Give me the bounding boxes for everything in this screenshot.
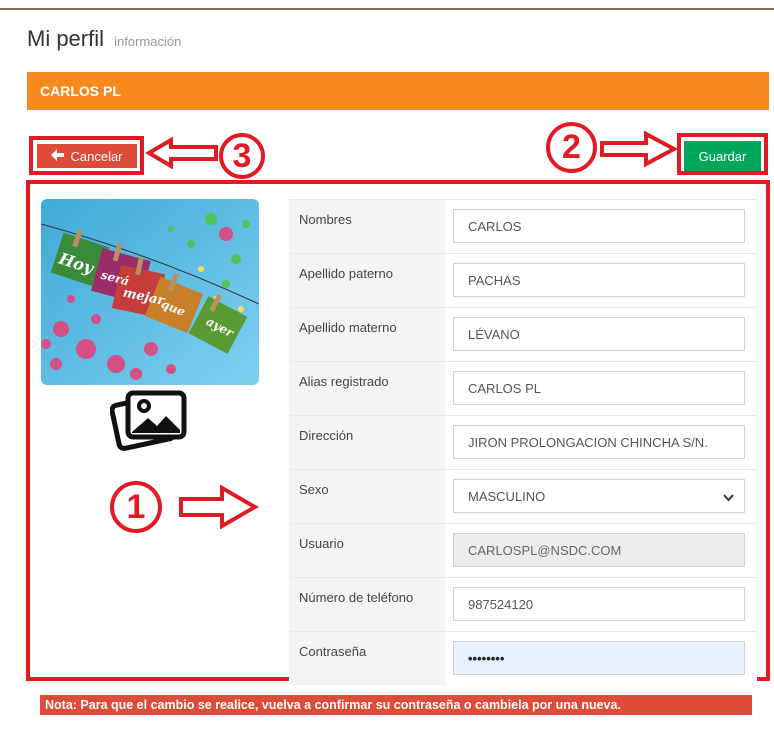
panel-header: CARLOS PL bbox=[27, 72, 769, 110]
label-alias: Alias registrado bbox=[289, 362, 445, 415]
save-button[interactable]: Guardar bbox=[684, 141, 761, 171]
input-apellido-paterno[interactable]: PACHAS bbox=[453, 263, 745, 297]
form-row-sexo: Sexo MASCULINO bbox=[289, 469, 757, 523]
form-row-apellido-paterno: Apellido paterno PACHAS bbox=[289, 253, 757, 307]
input-alias[interactable]: CARLOS PL bbox=[453, 371, 745, 405]
form-row-alias: Alias registrado CARLOS PL bbox=[289, 361, 757, 415]
form-row-contrasena: Contraseña •••••••• bbox=[289, 631, 757, 685]
annotation-1: 1 bbox=[110, 481, 162, 533]
label-usuario: Usuario bbox=[289, 524, 445, 577]
page-title-text: Mi perfil bbox=[27, 26, 105, 51]
form-row-nombres: Nombres CARLOS bbox=[289, 199, 757, 253]
profile-form: Nombres CARLOS Apellido paterno PACHAS A… bbox=[289, 199, 757, 685]
top-border bbox=[0, 8, 774, 10]
arrow-3-icon bbox=[145, 137, 218, 169]
input-contrasena[interactable]: •••••••• bbox=[453, 641, 745, 675]
label-nombres: Nombres bbox=[289, 200, 445, 253]
cancel-button[interactable]: Cancelar bbox=[37, 144, 137, 168]
annotation-2: 2 bbox=[546, 122, 597, 173]
page-subtitle: información bbox=[114, 34, 182, 49]
arrow-2-icon bbox=[600, 130, 679, 168]
input-apellido-materno[interactable]: LÉVANO bbox=[453, 317, 745, 351]
cancel-label: Cancelar bbox=[70, 148, 123, 164]
select-sexo-value: MASCULINO bbox=[468, 489, 546, 504]
label-sexo: Sexo bbox=[289, 470, 445, 523]
form-row-apellido-materno: Apellido materno LÉVANO bbox=[289, 307, 757, 361]
select-sexo[interactable]: MASCULINO bbox=[453, 479, 745, 513]
label-direccion: Dirección bbox=[289, 416, 445, 469]
form-row-telefono: Número de teléfono 987524120 bbox=[289, 577, 757, 631]
label-telefono: Número de teléfono bbox=[289, 578, 445, 631]
profile-photo[interactable]: Hoy será mejar que ayer bbox=[41, 199, 259, 385]
input-direccion[interactable]: JIRON PROLONGACION CHINCHA S/N. bbox=[453, 425, 745, 459]
note-banner: Nota: Para que el cambio se realice, vue… bbox=[40, 695, 752, 715]
input-telefono[interactable]: 987524120 bbox=[453, 587, 745, 621]
label-apellido-materno: Apellido materno bbox=[289, 308, 445, 361]
arrow-left-icon bbox=[51, 148, 65, 164]
chevron-down-icon bbox=[723, 480, 734, 514]
form-row-usuario: Usuario CARLOSPL@NSDC.COM bbox=[289, 523, 757, 577]
label-contrasena: Contraseña bbox=[289, 632, 445, 685]
change-image-icon[interactable] bbox=[109, 388, 190, 459]
arrow-1-icon bbox=[179, 484, 260, 530]
form-row-direccion: Dirección JIRON PROLONGACION CHINCHA S/N… bbox=[289, 415, 757, 469]
input-nombres[interactable]: CARLOS bbox=[453, 209, 745, 243]
page-title: Mi perfil información bbox=[27, 26, 181, 52]
input-usuario: CARLOSPL@NSDC.COM bbox=[453, 533, 745, 567]
label-apellido-paterno: Apellido paterno bbox=[289, 254, 445, 307]
annotation-3: 3 bbox=[219, 133, 265, 179]
